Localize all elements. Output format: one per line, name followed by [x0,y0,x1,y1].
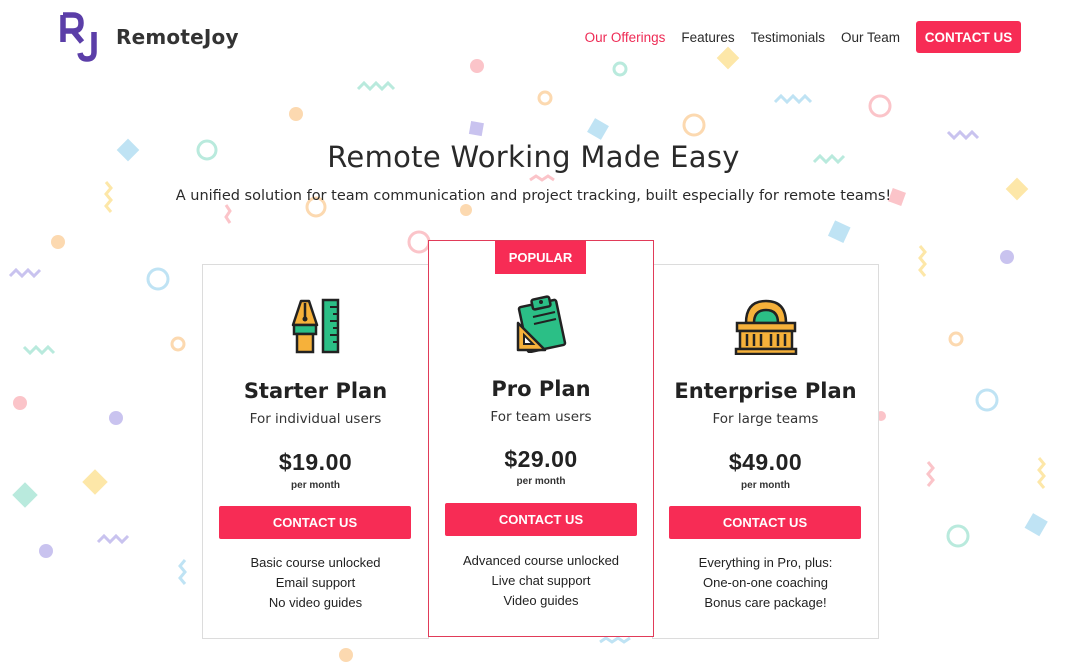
plan-card-starter: Starter Plan For individual users $19.00… [202,264,429,639]
plan-audience: For large teams [712,411,819,427]
site-header: RemoteJoy Our Offerings Features Testimo… [0,0,1067,75]
feature-item: Email support [275,575,356,590]
plan-period: per month [741,480,790,491]
plan-features: Advanced course unlocked Live chat suppo… [429,551,653,611]
plan-price: $49.00 [728,449,803,475]
rj-monogram-icon [60,12,97,62]
nav-link-features[interactable]: Features [681,30,734,45]
plan-name: Pro Plan [491,377,591,401]
pro-contact-button[interactable]: CONTACT US [445,503,637,536]
hero-title: Remote Working Made Easy [327,140,740,174]
building-icon [734,299,797,355]
feature-item: Live chat support [491,573,591,588]
brand-name: RemoteJoy [116,25,239,49]
clipboard-and-set-square-icon [516,295,567,353]
plan-card-pro: POPULAR Pro Plan For team users $29.00 p… [428,240,654,637]
enterprise-contact-button[interactable]: CONTACT US [669,506,861,539]
nav-link-testimonials[interactable]: Testimonials [751,30,825,45]
plan-features: Everything in Pro, plus: One-on-one coac… [653,553,878,613]
feature-item: Advanced course unlocked [462,553,620,568]
feature-item: Bonus care package! [704,595,827,610]
feature-item: Basic course unlocked [250,555,381,570]
plan-audience: For team users [490,409,592,425]
feature-item: No video guides [268,595,363,610]
feature-item: Video guides [503,593,579,608]
plan-price: $19.00 [278,449,353,475]
plan-features: Basic course unlocked Email support No v… [203,553,428,613]
hero: Remote Working Made Easy A unified solut… [0,140,1067,204]
feature-item: Everything in Pro, plus: [698,555,833,570]
main-nav: Our Offerings Features Testimonials Our … [585,21,1021,53]
plan-card-enterprise: Enterprise Plan For large teams $49.00 p… [652,264,879,639]
plan-period: per month [516,476,566,487]
popular-badge: POPULAR [495,241,586,274]
nav-link-our-offerings[interactable]: Our Offerings [585,30,666,45]
plan-period: per month [291,480,340,491]
plan-audience: For individual users [249,411,382,427]
starter-contact-button[interactable]: CONTACT US [219,506,411,539]
nav-contact-button[interactable]: CONTACT US [916,21,1021,53]
pen-and-ruler-icon [291,298,339,354]
plan-name: Starter Plan [243,379,388,403]
nav-link-our-team[interactable]: Our Team [841,30,900,45]
feature-item: One-on-one coaching [702,575,829,590]
plan-price: $29.00 [504,446,578,472]
hero-subtitle: A unified solution for team communicatio… [175,188,892,204]
brand[interactable]: RemoteJoy [60,12,239,62]
plan-name: Enterprise Plan [674,379,857,403]
